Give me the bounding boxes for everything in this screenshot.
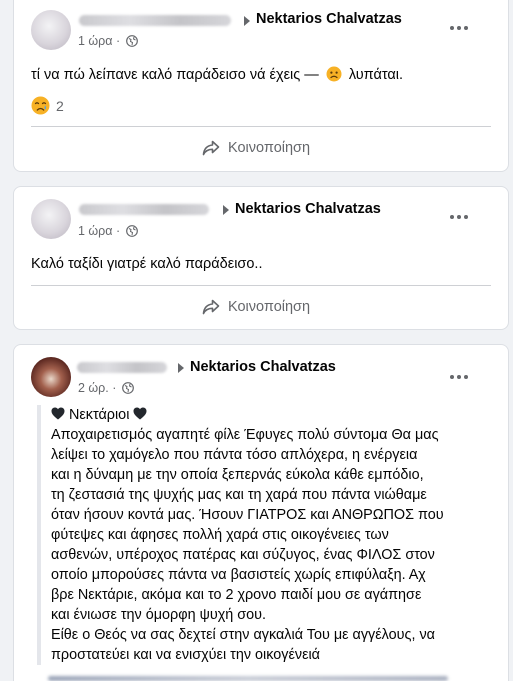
globe-icon (125, 225, 138, 237)
post-body: Νεκτάριοι Αποχαιρετισμός αγαπητέ φίλε Έφ… (37, 405, 477, 665)
globe-icon (122, 382, 134, 394)
meta-dot: · (112, 381, 117, 395)
post-line: οποίο μπορούσες πάντα να βασιστείς χωρίς… (51, 567, 426, 583)
post-line: φύτεψες και άφησες πολλή χαρά στις οικογ… (51, 527, 389, 543)
meta-dot: · (116, 224, 121, 238)
post-time[interactable]: 1 ώρα (78, 224, 113, 238)
reaction-summary[interactable]: 2 (31, 96, 64, 115)
more-options-icon[interactable] (444, 367, 474, 387)
globe-icon (125, 35, 138, 47)
share-button[interactable]: Κοινοποίηση (202, 299, 310, 315)
post-card-1: Nektarios Chalvatzas 1 ώρα · τί να πώ λε… (13, 0, 509, 172)
sad-face-icon (326, 66, 342, 82)
post-line: τη ζεστασιά της ψυχής μας και τη χαρά πο… (51, 487, 427, 503)
post-meta: 1 ώρα · (78, 224, 138, 238)
black-heart-icon (51, 407, 65, 420)
post-line: Είθε ο Θεός να σας δεχτεί στην αγκαλιά Τ… (51, 627, 435, 643)
post-text: τί να πώ λείπανε καλό παράδεισο νά έχεις… (31, 66, 404, 83)
post-line: Αποχαιρετισμός αγαπητέ φίλε Έφυγες πολύ … (51, 427, 439, 443)
divider (31, 285, 491, 286)
group-name[interactable]: Nektarios Chalvatzas (190, 359, 336, 375)
post-meta: 1 ώρα · (78, 34, 138, 48)
post-time[interactable]: 1 ώρα (78, 34, 113, 48)
post-line: ασθενών, υπέροχος πατέρας και σύζυγος, έ… (51, 547, 435, 563)
post-line: προστατεύει και να ενισχύει την οικογένε… (51, 647, 320, 663)
author-name-blurred[interactable] (79, 204, 209, 215)
more-options-icon[interactable] (444, 207, 474, 227)
post-text: Καλό ταξίδι γιατρέ καλό παράδεισο.. (31, 256, 263, 272)
arrow-right-icon (244, 16, 250, 26)
reaction-count: 2 (56, 97, 64, 114)
post-heading: Νεκτάριοι (51, 405, 477, 425)
post-line: βρε Νεκτάριε, ακόμα και το 2 χρονο παιδί… (51, 587, 422, 603)
author-name-blurred[interactable] (79, 15, 231, 26)
post-meta: 2 ώρ. · (78, 381, 134, 395)
meta-dot: · (116, 34, 121, 48)
divider (31, 126, 491, 127)
arrow-right-icon (178, 363, 184, 373)
share-label: Κοινοποίηση (228, 299, 311, 315)
post-line: και ένιωσε την όμορφη ψυχή σου. (51, 607, 267, 623)
crying-face-icon (31, 96, 50, 115)
author-avatar[interactable] (31, 357, 71, 397)
post-line: και η δύναμη με την οποία ξεπερνάς εύκολ… (51, 467, 424, 483)
post-card-2: Nektarios Chalvatzas 1 ώρα · Καλό ταξίδι… (13, 186, 509, 330)
more-options-icon[interactable] (444, 18, 474, 38)
share-label: Κοινοποίηση (228, 140, 311, 156)
post-time[interactable]: 2 ώρ. (78, 381, 109, 395)
group-name[interactable]: Nektarios Chalvatzas (235, 201, 381, 217)
arrow-right-icon (223, 205, 229, 215)
share-arrow-icon (202, 299, 220, 315)
share-button[interactable]: Κοινοποίηση (202, 140, 310, 156)
post-line: λείψει το χαμόγελο που πάντα τόσο απλόχε… (51, 447, 418, 463)
post-line: όταν ήσουν κοντά μας. Ήσουν ΓΙΑΤΡΟΣ και … (51, 507, 444, 523)
author-avatar[interactable] (31, 199, 71, 239)
truncated-line (48, 676, 448, 681)
author-name-blurred[interactable] (77, 362, 167, 373)
author-avatar[interactable] (31, 10, 71, 50)
group-name[interactable]: Nektarios Chalvatzas (256, 11, 402, 27)
share-arrow-icon (202, 140, 220, 156)
black-heart-icon (133, 407, 147, 420)
